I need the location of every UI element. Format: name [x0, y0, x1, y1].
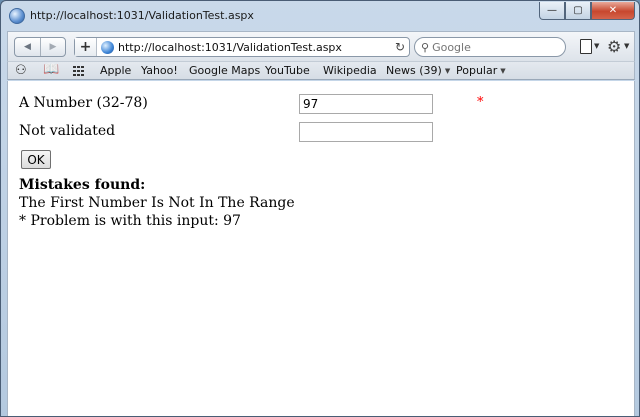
chevron-down-icon: ▼	[444, 67, 451, 75]
number-label: A Number (32-78)	[19, 95, 148, 111]
bookmark-news[interactable]: News (39) ▼	[386, 64, 450, 77]
bookmarks-bar: ⚇ 📖 Apple Yahoo! Google Maps YouTube Wik…	[7, 61, 635, 80]
not-validated-label: Not validated	[19, 123, 116, 139]
search-box[interactable]: ⚲	[414, 37, 566, 57]
number-input[interactable]	[299, 94, 433, 114]
add-bookmark-button[interactable]: +	[75, 38, 97, 56]
title-bar: http://localhost:1031/ValidationTest.asp…	[1, 1, 639, 31]
search-input[interactable]	[432, 40, 553, 54]
close-button[interactable]: ✕	[591, 2, 635, 20]
address-input[interactable]: http://localhost:1031/ValidationTest.asp…	[118, 41, 391, 54]
bookmark-apple[interactable]: Apple	[100, 64, 131, 77]
bookmarks-book-icon[interactable]: 📖	[43, 62, 59, 77]
gear-icon[interactable]: ⚙	[607, 37, 621, 56]
minimize-button[interactable]: —	[539, 2, 565, 20]
browser-window: http://localhost:1031/ValidationTest.asp…	[0, 0, 640, 417]
address-bar[interactable]: + http://localhost:1031/ValidationTest.a…	[74, 37, 410, 57]
not-validated-input[interactable]	[299, 122, 433, 142]
bookmark-popular-label: Popular	[456, 64, 498, 77]
chevron-down-icon[interactable]: ▼	[624, 42, 629, 50]
top-sites-grid-icon[interactable]	[73, 66, 85, 76]
chevron-down-icon: ▼	[500, 67, 506, 75]
back-forward-group: ◀ ▶	[14, 37, 66, 57]
bookmark-news-label: News (39)	[386, 64, 442, 77]
page-content: A Number (32-78) * Not validated OK Mist…	[7, 81, 635, 416]
globe-icon	[9, 8, 25, 24]
search-icon[interactable]: ⚲	[421, 41, 429, 54]
reading-list-icon[interactable]: ⚇	[15, 63, 27, 78]
page-menu-icon[interactable]	[580, 39, 592, 54]
bookmark-google-maps[interactable]: Google Maps	[189, 64, 260, 77]
validation-summary-title: Mistakes found:	[19, 177, 146, 193]
back-button[interactable]: ◀	[15, 38, 40, 56]
bookmark-yahoo[interactable]: Yahoo!	[141, 64, 178, 77]
forward-button[interactable]: ▶	[40, 38, 65, 56]
ok-button[interactable]: OK	[21, 150, 51, 169]
validation-summary-line: The First Number Is Not In The Range	[19, 195, 295, 211]
site-globe-icon	[101, 40, 114, 54]
window-controls: — ▢ ✕	[539, 2, 635, 20]
validation-summary-line: * Problem is with this input: 97	[19, 213, 241, 229]
maximize-button[interactable]: ▢	[565, 2, 591, 20]
bookmark-wikipedia[interactable]: Wikipedia	[323, 64, 377, 77]
bookmark-youtube[interactable]: YouTube	[265, 64, 310, 77]
reload-icon[interactable]: ↻	[391, 40, 409, 54]
bookmark-popular[interactable]: Popular ▼	[456, 64, 506, 77]
chevron-down-icon[interactable]: ▼	[594, 42, 599, 50]
navigation-toolbar: ◀ ▶ + http://localhost:1031/ValidationTe…	[7, 31, 635, 61]
number-error-marker: *	[477, 95, 484, 110]
window-title: http://localhost:1031/ValidationTest.asp…	[30, 9, 254, 22]
